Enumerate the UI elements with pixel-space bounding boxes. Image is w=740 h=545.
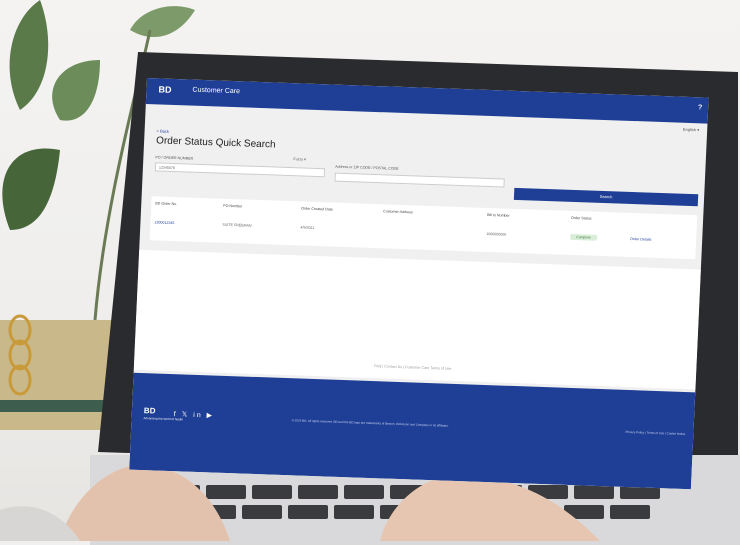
column-header-bill-to[interactable]: Bill to Number [487,213,510,218]
chevron-down-icon: ▾ [303,157,306,162]
bd-logo[interactable]: BD [158,84,171,94]
legal-links[interactable]: Privacy Policy | Terms of Use | Cookie N… [625,430,685,436]
results-table: BD Order No. PO Number Order Created Dat… [149,196,698,260]
address-label: Address or ZIP CODE / POSTAL CODE [335,164,399,171]
footer: BD Advancing the world of health f 𝕏 in … [129,372,696,490]
search-type-select[interactable]: Fuzzy ▾ [293,157,306,161]
po-number-input[interactable]: 12345678 [154,162,326,178]
po-number-cell: SUITE FREEMAN [222,222,252,228]
column-header-status[interactable]: Order Status [571,216,592,221]
column-header-address: Customer Address [383,209,413,215]
social-icons[interactable]: f 𝕏 in ▶ [174,410,215,419]
bill-to-cell: 1000000000 [486,231,507,237]
help-icon[interactable]: ? [698,104,703,111]
search-button[interactable]: Search [513,187,699,207]
status-badge: Complete [570,233,597,241]
page-title: Order Status Quick Search [155,135,276,151]
column-header-po-number[interactable]: PO Number [223,204,242,209]
footer-logo: BD [143,406,156,416]
order-number-link[interactable]: 1300012345 [154,220,174,225]
created-date-cell: 4/9/2021 [300,225,315,230]
language-select[interactable]: English ▾ [683,127,699,133]
po-number-label: PO / ORDER NUMBER [155,155,194,161]
column-header-created-date[interactable]: Order Created Date [301,206,333,211]
laptop-screen: BD Customer Care ? English ▾ < Back Orde… [129,78,709,490]
column-header-order-no[interactable]: BD Order No. [155,201,177,206]
app-title: Customer Care [192,86,241,96]
address-input[interactable] [334,172,505,188]
search-type-label: Fuzzy [293,157,304,162]
copyright-text: © 2023 BD. All rights reserved. BD and t… [291,418,449,428]
order-details-link[interactable]: Order Details [630,237,651,242]
back-link[interactable]: < Back [156,128,169,133]
